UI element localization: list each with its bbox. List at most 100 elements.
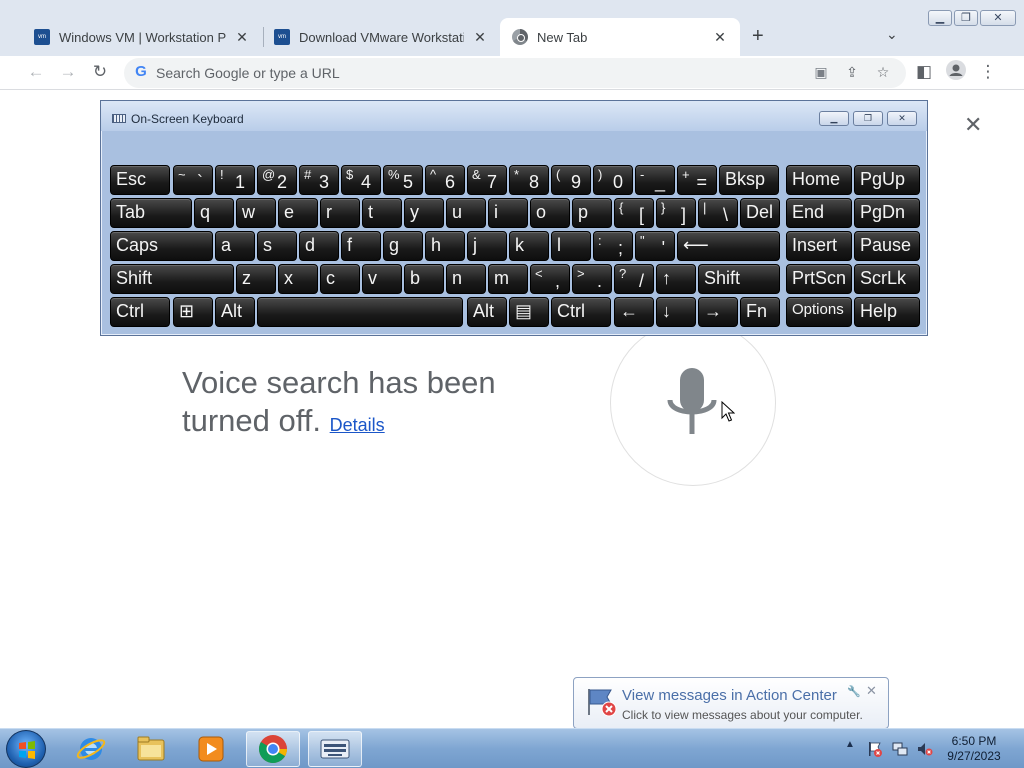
key-o[interactable]: o — [530, 198, 570, 228]
key-2[interactable]: @2 — [257, 165, 297, 195]
key-j[interactable]: j — [467, 231, 507, 261]
key-b[interactable]: b — [404, 264, 444, 294]
key-shift[interactable]: Shift — [698, 264, 780, 294]
show-hidden-icons-icon[interactable]: ▲ — [845, 739, 855, 750]
key-6[interactable]: ^ 6 — [425, 165, 465, 195]
key-symbol-4-8[interactable]: ↓ — [656, 297, 696, 327]
balloon-options-icon[interactable]: 🔧 — [847, 685, 861, 698]
key-row0-13[interactable]: + = — [677, 165, 717, 195]
key-symbol-4-1[interactable]: ⊞ — [173, 297, 213, 327]
close-window-button[interactable]: ✕ — [980, 10, 1016, 26]
key-7[interactable]: & 7 — [467, 165, 507, 195]
taskbar-chrome[interactable] — [246, 731, 300, 767]
key-bksp[interactable]: Bksp — [719, 165, 779, 195]
key-u[interactable]: u — [446, 198, 486, 228]
key-f[interactable]: f — [341, 231, 381, 261]
key-h[interactable]: h — [425, 231, 465, 261]
key-d[interactable]: d — [299, 231, 339, 261]
key-l[interactable]: l — [551, 231, 591, 261]
key-1[interactable]: ! 1 — [215, 165, 255, 195]
key-symbol-4-9[interactable]: → — [698, 297, 738, 327]
key-row3-9[interactable]: >. — [572, 264, 612, 294]
key-i[interactable]: i — [488, 198, 528, 228]
key-symbol-4-7[interactable]: ← — [614, 297, 654, 327]
address-input[interactable] — [156, 63, 796, 83]
share-icon[interactable]: ⇪ — [843, 64, 861, 81]
key-n[interactable]: n — [446, 264, 486, 294]
key-caps[interactable]: Caps — [110, 231, 213, 261]
tab-search-icon[interactable]: ⌄ — [886, 26, 898, 43]
restore-button[interactable]: ❐ — [954, 10, 978, 26]
key-9[interactable]: (9 — [551, 165, 591, 195]
network-icon[interactable] — [892, 741, 908, 757]
balloon-close-icon[interactable]: ✕ — [866, 683, 877, 699]
key-m[interactable]: m — [488, 264, 528, 294]
key-del[interactable]: Del — [740, 198, 780, 228]
action-center-balloon[interactable]: View messages in Action Center Click to … — [573, 677, 889, 729]
key-y[interactable]: y — [404, 198, 444, 228]
tab-download-vmware[interactable]: vm Download VMware Workstation P ✕ — [262, 18, 500, 56]
new-tab-button[interactable]: + — [752, 25, 764, 48]
key-home[interactable]: Home — [786, 165, 852, 195]
close-voice-search-icon[interactable]: ✕ — [964, 112, 982, 138]
key-symbol-4-5[interactable]: ▤ — [509, 297, 549, 327]
menu-kebab-icon[interactable]: ⋮ — [977, 62, 999, 82]
reload-icon[interactable]: ↻ — [89, 62, 111, 82]
tab-windows-vm[interactable]: vm Windows VM | Workstation Pro | ✕ — [22, 18, 262, 56]
close-tab-icon[interactable]: ✕ — [472, 29, 488, 46]
key-pgdn[interactable]: PgDn — [854, 198, 920, 228]
bookmark-star-icon[interactable]: ☆ — [874, 64, 892, 81]
key-row0-12[interactable]: - _ — [635, 165, 675, 195]
key-0[interactable]: ) 0 — [593, 165, 633, 195]
key-c[interactable]: c — [320, 264, 360, 294]
close-tab-icon[interactable]: ✕ — [712, 29, 728, 46]
osk-restore-button[interactable]: ❐ — [853, 111, 883, 126]
key-pgup[interactable]: PgUp — [854, 165, 920, 195]
key-symbol-2-12[interactable]: ⟵ — [677, 231, 780, 261]
key-a[interactable]: a — [215, 231, 255, 261]
key-row0-1[interactable]: ~ ` — [173, 165, 213, 195]
key-row3-8[interactable]: <, — [530, 264, 570, 294]
taskbar-windows-explorer[interactable] — [124, 731, 178, 767]
omnibox[interactable]: G ▣ ⇪ ☆ — [124, 58, 906, 88]
osk-close-button[interactable]: ✕ — [887, 111, 917, 126]
key-help[interactable]: Help — [854, 297, 920, 327]
key-alt[interactable]: Alt — [215, 297, 255, 327]
forward-icon[interactable]: → — [57, 62, 79, 82]
key-row1-13[interactable]: | \ — [698, 198, 738, 228]
side-panel-icon[interactable]: ◧ — [913, 62, 935, 82]
close-tab-icon[interactable]: ✕ — [234, 29, 250, 46]
taskbar-internet-explorer[interactable] — [64, 731, 118, 767]
key-t[interactable]: t — [362, 198, 402, 228]
system-clock[interactable]: 6:50 PM 9/27/2023 — [938, 734, 1010, 764]
key-r[interactable]: r — [320, 198, 360, 228]
key-w[interactable]: w — [236, 198, 276, 228]
key-row1-12[interactable]: }] — [656, 198, 696, 228]
action-center-tray-icon[interactable] — [867, 741, 883, 757]
cast-blocked-icon[interactable]: ▣ — [812, 64, 830, 81]
taskbar-on-screen-keyboard[interactable] — [308, 731, 362, 767]
key-v[interactable]: v — [362, 264, 402, 294]
taskbar-media-player[interactable] — [184, 731, 238, 767]
key-fn[interactable]: Fn — [740, 297, 780, 327]
key-8[interactable]: * 8 — [509, 165, 549, 195]
key-4[interactable]: $4 — [341, 165, 381, 195]
osk-titlebar[interactable]: On-Screen Keyboard ▁ ❐ ✕ — [101, 101, 927, 131]
back-icon[interactable]: ← — [25, 62, 47, 82]
key-g[interactable]: g — [383, 231, 423, 261]
tab-new-tab[interactable]: New Tab ✕ — [500, 18, 740, 56]
key-row3-10[interactable]: ? / — [614, 264, 654, 294]
volume-muted-icon[interactable] — [917, 741, 933, 757]
key-space[interactable] — [257, 297, 463, 327]
key-symbol-3-11[interactable]: ↑ — [656, 264, 696, 294]
key-s[interactable]: s — [257, 231, 297, 261]
profile-avatar[interactable] — [945, 60, 967, 85]
key-pause[interactable]: Pause — [854, 231, 920, 261]
key-e[interactable]: e — [278, 198, 318, 228]
key-row2-10[interactable]: :; — [593, 231, 633, 261]
key-alt[interactable]: Alt — [467, 297, 507, 327]
key-row2-11[interactable]: " ' — [635, 231, 675, 261]
key-esc[interactable]: Esc — [110, 165, 170, 195]
key-5[interactable]: % 5 — [383, 165, 423, 195]
key-options[interactable]: Options — [786, 297, 852, 327]
